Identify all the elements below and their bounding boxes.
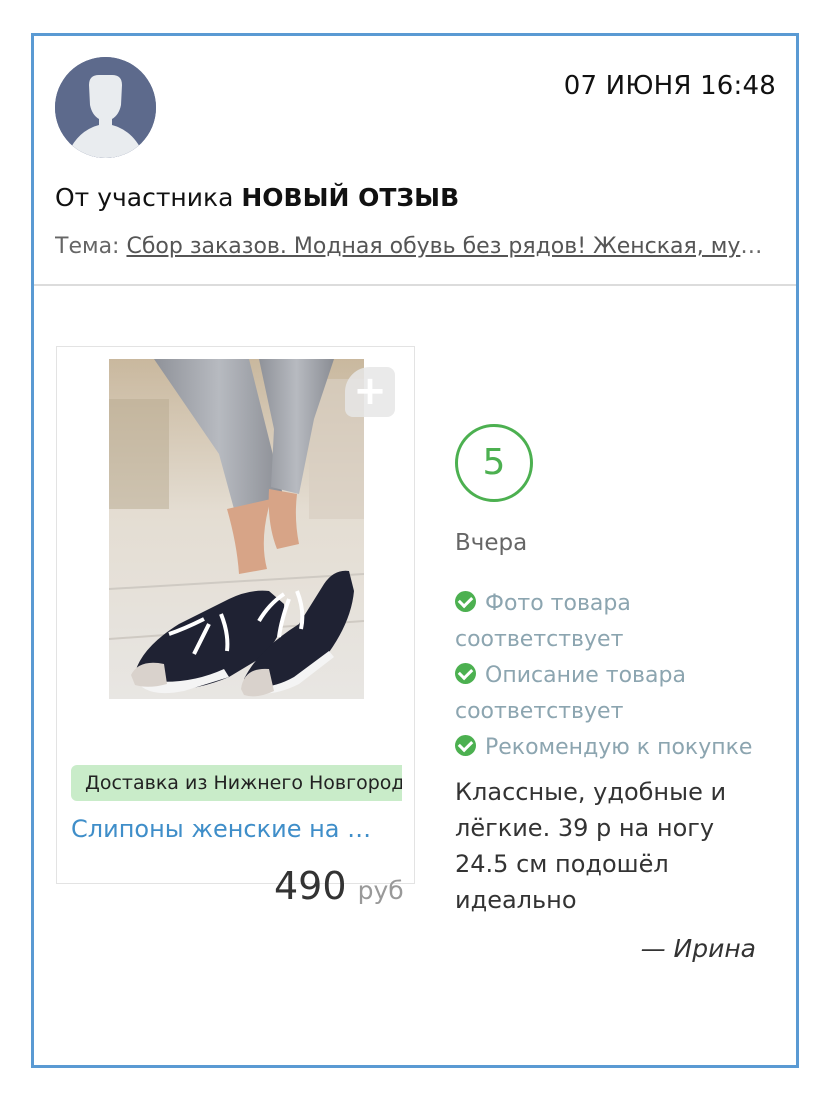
notification-card: 07 ИЮНЯ 16:48 От участника НОВЫЙ ОТЗЫВ Т… [31,33,799,1068]
review-checklist: Фото товара соответствует Описание товар… [455,586,775,766]
rating-badge: 5 [455,424,533,502]
price-value: 490 [274,864,347,908]
check-label: Фото товара соответствует [455,591,631,652]
check-circle-icon [455,591,476,612]
delivery-tag: Доставка из Нижнего Новгорода [71,765,402,801]
product-price: 490 руб [274,864,404,908]
check-circle-icon [455,663,476,684]
check-item-description: Описание товара соответствует [455,658,775,730]
topic-label: Тема: [55,234,120,259]
sender-line: От участника НОВЫЙ ОТЗЫВ [55,183,459,212]
review-text: Классные, удобные и лёгкие. 39 р на ногу… [455,778,727,914]
check-label: Описание товара соответствует [455,663,686,724]
sender-prefix: От участника [55,183,234,212]
user-silhouette-icon [55,57,156,158]
check-circle-icon [455,735,476,756]
divider [34,284,796,286]
topic-link[interactable]: Сбор заказов. Модная обувь без рядов! Же… [126,234,775,259]
add-to-cart-plus-icon[interactable]: + [345,367,395,417]
sender-name[interactable]: НОВЫЙ ОТЗЫВ [241,183,459,212]
product-title-link[interactable]: Слипоны женские на шнурках [71,815,391,843]
sneakers-photo [109,359,364,699]
product-photo[interactable] [109,359,364,699]
check-item-recommend: Рекомендую к покупке [455,730,775,766]
product-card[interactable]: + Доставка из Нижнего Новгорода Слипоны … [56,346,415,884]
review-author: — Ирина [640,934,756,963]
topic-line: Тема: Сбор заказов. Модная обувь без ряд… [55,234,775,259]
review-date: Вчера [455,530,528,556]
notification-datetime: 07 ИЮНЯ 16:48 [563,71,776,101]
check-label: Рекомендую к покупке [485,735,753,760]
price-currency: руб [357,876,404,905]
check-item-photo: Фото товара соответствует [455,586,775,658]
avatar[interactable] [55,57,156,158]
